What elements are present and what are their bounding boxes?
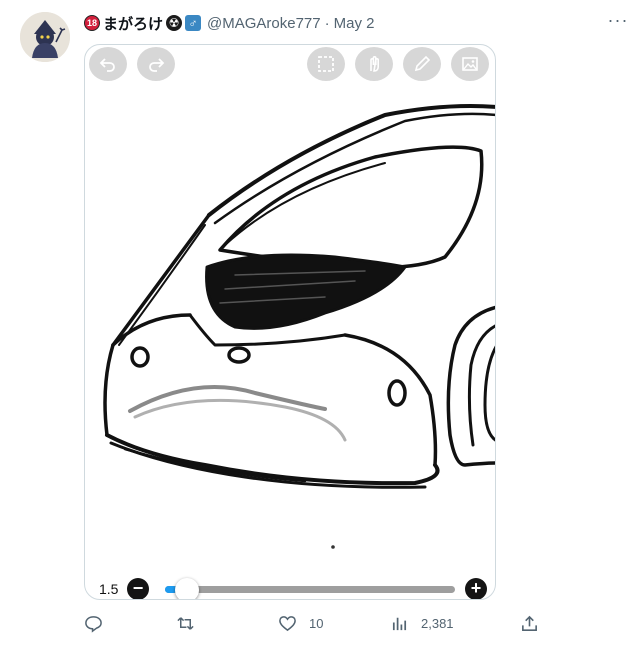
hand-tool-button[interactable] <box>355 47 393 81</box>
post-actions: 10 2,381 <box>84 608 554 638</box>
male-sign-emoji-icon: ♂ <box>185 15 202 31</box>
brush-size-slider[interactable] <box>165 578 455 599</box>
like-count: 10 <box>309 615 324 631</box>
selection-tool-button[interactable] <box>307 47 345 81</box>
separator-dot: · <box>324 14 330 32</box>
undo-icon <box>99 58 115 72</box>
post-header: 18 まがろけ ☢ ♂ @MAGAroke777 · May 2 <box>84 12 374 34</box>
user-handle[interactable]: @MAGAroke777 <box>207 15 321 32</box>
adult-badge: 18 <box>84 15 100 31</box>
avatar-image <box>20 12 70 62</box>
brush-increase-button[interactable]: + <box>465 578 487 599</box>
share-icon <box>522 615 537 631</box>
heart-icon <box>279 615 296 631</box>
tweet: 18 まがろけ ☢ ♂ @MAGAroke777 · May 2 ··· 1.5… <box>0 0 640 647</box>
post-media[interactable]: 1.5 − + <box>84 44 496 600</box>
brush-size-control: 1.5 − + <box>85 575 495 599</box>
brush-decrease-button[interactable]: − <box>127 578 149 599</box>
selection-icon <box>318 56 334 72</box>
image-tool-button[interactable] <box>451 47 489 81</box>
views-icon <box>392 617 407 630</box>
redo-icon <box>149 58 165 72</box>
pen-tool-button[interactable] <box>403 47 441 81</box>
undo-button[interactable] <box>89 47 127 81</box>
hand-icon <box>370 56 379 72</box>
share-button[interactable] <box>520 608 539 638</box>
slider-handle[interactable] <box>174 578 199 599</box>
like-button[interactable]: 10 <box>278 608 323 638</box>
display-name[interactable]: まがろけ <box>103 13 163 34</box>
redo-button[interactable] <box>137 47 175 81</box>
views-count: 2,381 <box>421 615 454 631</box>
views-button[interactable]: 2,381 <box>390 608 454 638</box>
image-icon <box>462 57 478 71</box>
more-options-button[interactable]: ··· <box>604 10 632 34</box>
repost-icon <box>177 616 194 630</box>
warning-emoji-icon: ☢ <box>166 15 183 31</box>
car-sketch-image <box>103 104 495 549</box>
reply-button[interactable] <box>84 608 115 638</box>
avatar[interactable] <box>20 12 70 62</box>
reply-icon <box>85 615 102 633</box>
post-date[interactable]: May 2 <box>334 15 375 32</box>
repost-button[interactable] <box>176 608 207 638</box>
brush-size-value: 1.5 <box>99 581 119 597</box>
pen-icon <box>414 55 431 72</box>
